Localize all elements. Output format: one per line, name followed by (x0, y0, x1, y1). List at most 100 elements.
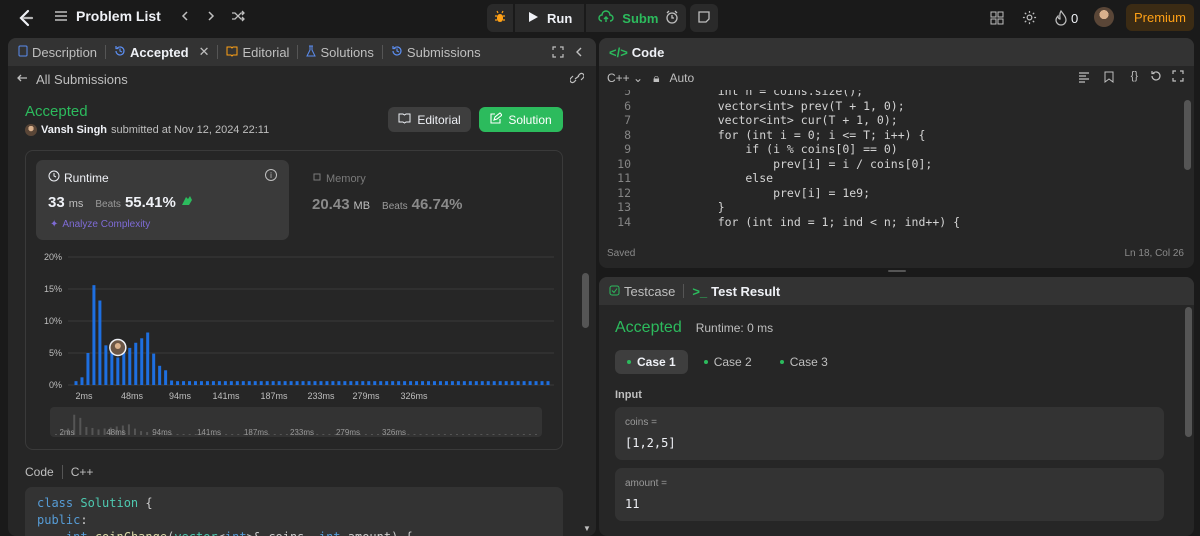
problem-list-nav[interactable]: Problem List (54, 8, 245, 24)
debug-button[interactable] (487, 4, 513, 32)
histogram-bar (188, 381, 192, 385)
collapse-chevron-icon[interactable] (574, 46, 584, 61)
analyze-complexity-link[interactable]: ✦ Analyze Complexity (50, 219, 150, 230)
histogram-bar (235, 381, 239, 385)
runtime-card[interactable]: Runtime i 33 ms Beats 55.41% ✦ Analyze C… (36, 160, 289, 240)
link-icon[interactable] (569, 72, 585, 87)
memory-header[interactable]: Memory (312, 172, 366, 185)
histogram-bar (92, 285, 96, 385)
code-line: if (i % coins[0] == 0) (690, 142, 898, 156)
histogram-bar (193, 381, 197, 385)
editor-scrollbar[interactable] (1184, 100, 1191, 170)
close-tab-icon[interactable]: ✕ (199, 44, 210, 60)
language-select[interactable]: C++ ⌄ (607, 71, 643, 85)
input-amount[interactable]: amount = 11 (615, 468, 1164, 521)
solution-button[interactable]: Solution (479, 107, 563, 132)
info-icon[interactable]: i (265, 169, 277, 181)
user-avatar[interactable] (1094, 7, 1114, 27)
navigator-bar (462, 434, 465, 435)
line-number: 11 (617, 171, 631, 185)
timer-button[interactable] (658, 4, 686, 32)
save-status: Saved (607, 248, 636, 259)
histogram-bar (229, 381, 233, 385)
input-name: coins = (625, 417, 657, 428)
braces-icon[interactable]: {} (1131, 70, 1138, 82)
clock-icon (48, 170, 60, 185)
layout-grid-icon[interactable] (990, 11, 1004, 25)
premium-button[interactable]: Premium (1126, 4, 1194, 31)
navigator-bar (468, 434, 471, 435)
author-name[interactable]: Vansh Singh (41, 124, 107, 136)
tab-solutions[interactable]: Solutions (306, 45, 374, 60)
settings-gear-icon[interactable] (1022, 10, 1037, 25)
histogram-bar (498, 381, 502, 385)
histogram-bar (403, 381, 407, 385)
lock-icon: 🔒︎ (653, 70, 660, 85)
code-panel-title: Code (631, 44, 665, 60)
tab-testcase[interactable]: Testcase (609, 284, 675, 299)
case-tab-2[interactable]: Case 2 (692, 350, 764, 374)
resize-handle[interactable] (888, 270, 906, 272)
histogram-bar (128, 347, 132, 385)
memory-value: 20.43 (312, 196, 350, 213)
play-icon (527, 11, 539, 26)
input-coins[interactable]: coins = [1,2,5] (615, 407, 1164, 460)
top-nav: Problem List Run Submit 0 Premium (0, 0, 1200, 36)
left-scrollbar[interactable] (582, 273, 589, 328)
streak-flame-icon[interactable] (1054, 10, 1068, 26)
case-tab-1[interactable]: Case 1 (615, 350, 688, 374)
problem-list-label[interactable]: Problem List (76, 8, 161, 24)
bookmark-icon[interactable] (1104, 71, 1114, 86)
navigator-bar (273, 434, 276, 435)
histogram-bar (343, 381, 347, 385)
chevron-right-icon[interactable] (205, 10, 217, 22)
code-line: vector<int> prev(T + 1, 0); (690, 98, 905, 113)
code-editor[interactable]: 5 int n = coins.size(); 6 vector<int> pre… (599, 90, 1194, 230)
navigator-bar (431, 434, 434, 435)
run-button[interactable]: Run (515, 4, 585, 32)
histogram-bar (462, 381, 466, 385)
scroll-down-icon[interactable]: ▼ (583, 524, 591, 533)
leetcode-logo-icon[interactable] (16, 8, 36, 28)
tab-test-result[interactable]: >_ Test Result (692, 284, 780, 299)
histogram-bar (361, 381, 365, 385)
navigator-bar (146, 432, 149, 435)
navigator-tick-label: 187ms (244, 428, 268, 437)
navigator-bar (377, 434, 380, 435)
editorial-button[interactable]: Editorial (388, 107, 471, 132)
navigator-bar (237, 434, 240, 435)
code-line: else (690, 171, 774, 185)
mode-label[interactable]: Auto (669, 71, 694, 85)
y-tick-label: 15% (44, 284, 62, 294)
chevron-left-icon[interactable] (179, 10, 191, 22)
shuffle-icon[interactable] (231, 9, 245, 23)
case-tab-3[interactable]: Case 3 (768, 350, 840, 374)
fullscreen-icon[interactable] (1172, 70, 1184, 85)
reset-icon[interactable] (1150, 70, 1162, 85)
notes-button[interactable] (690, 4, 718, 32)
histogram-bar (486, 381, 490, 385)
tab-submissions[interactable]: Submissions (391, 45, 481, 60)
tab-accepted[interactable]: Accepted ✕ (114, 44, 209, 60)
line-number: 10 (617, 156, 631, 171)
expand-icon[interactable] (552, 46, 564, 61)
tab-editorial[interactable]: Editorial (226, 45, 289, 60)
navigator-bar (504, 434, 507, 435)
histogram-bar (337, 381, 341, 385)
navigator-bar (91, 427, 94, 435)
all-submissions-link[interactable]: All Submissions (16, 72, 128, 87)
author-avatar[interactable] (25, 124, 37, 136)
result-scrollbar[interactable] (1185, 307, 1192, 437)
navigator-bar (316, 434, 319, 435)
code-editor-panel: </> Code C++ ⌄ 🔒︎ Auto {} 5 int n = coin… (599, 38, 1194, 268)
navigator-bar (407, 434, 410, 435)
user-marker-face (114, 342, 121, 349)
format-icon[interactable] (1078, 71, 1090, 86)
histogram-bar (134, 342, 138, 385)
histogram-bar (265, 381, 269, 385)
submitted-code[interactable]: class Solution { public: int coinChange(… (25, 487, 563, 536)
runtime-distribution-chart[interactable]: 0% 5% 10% 15% 20% 2ms 48ms 94ms 141ms 187ms 233ms 2… (26, 247, 562, 447)
navigator-bar (85, 426, 88, 435)
case-tabs: Case 1 Case 2 Case 3 (615, 350, 840, 374)
tab-description[interactable]: Description (18, 45, 97, 60)
